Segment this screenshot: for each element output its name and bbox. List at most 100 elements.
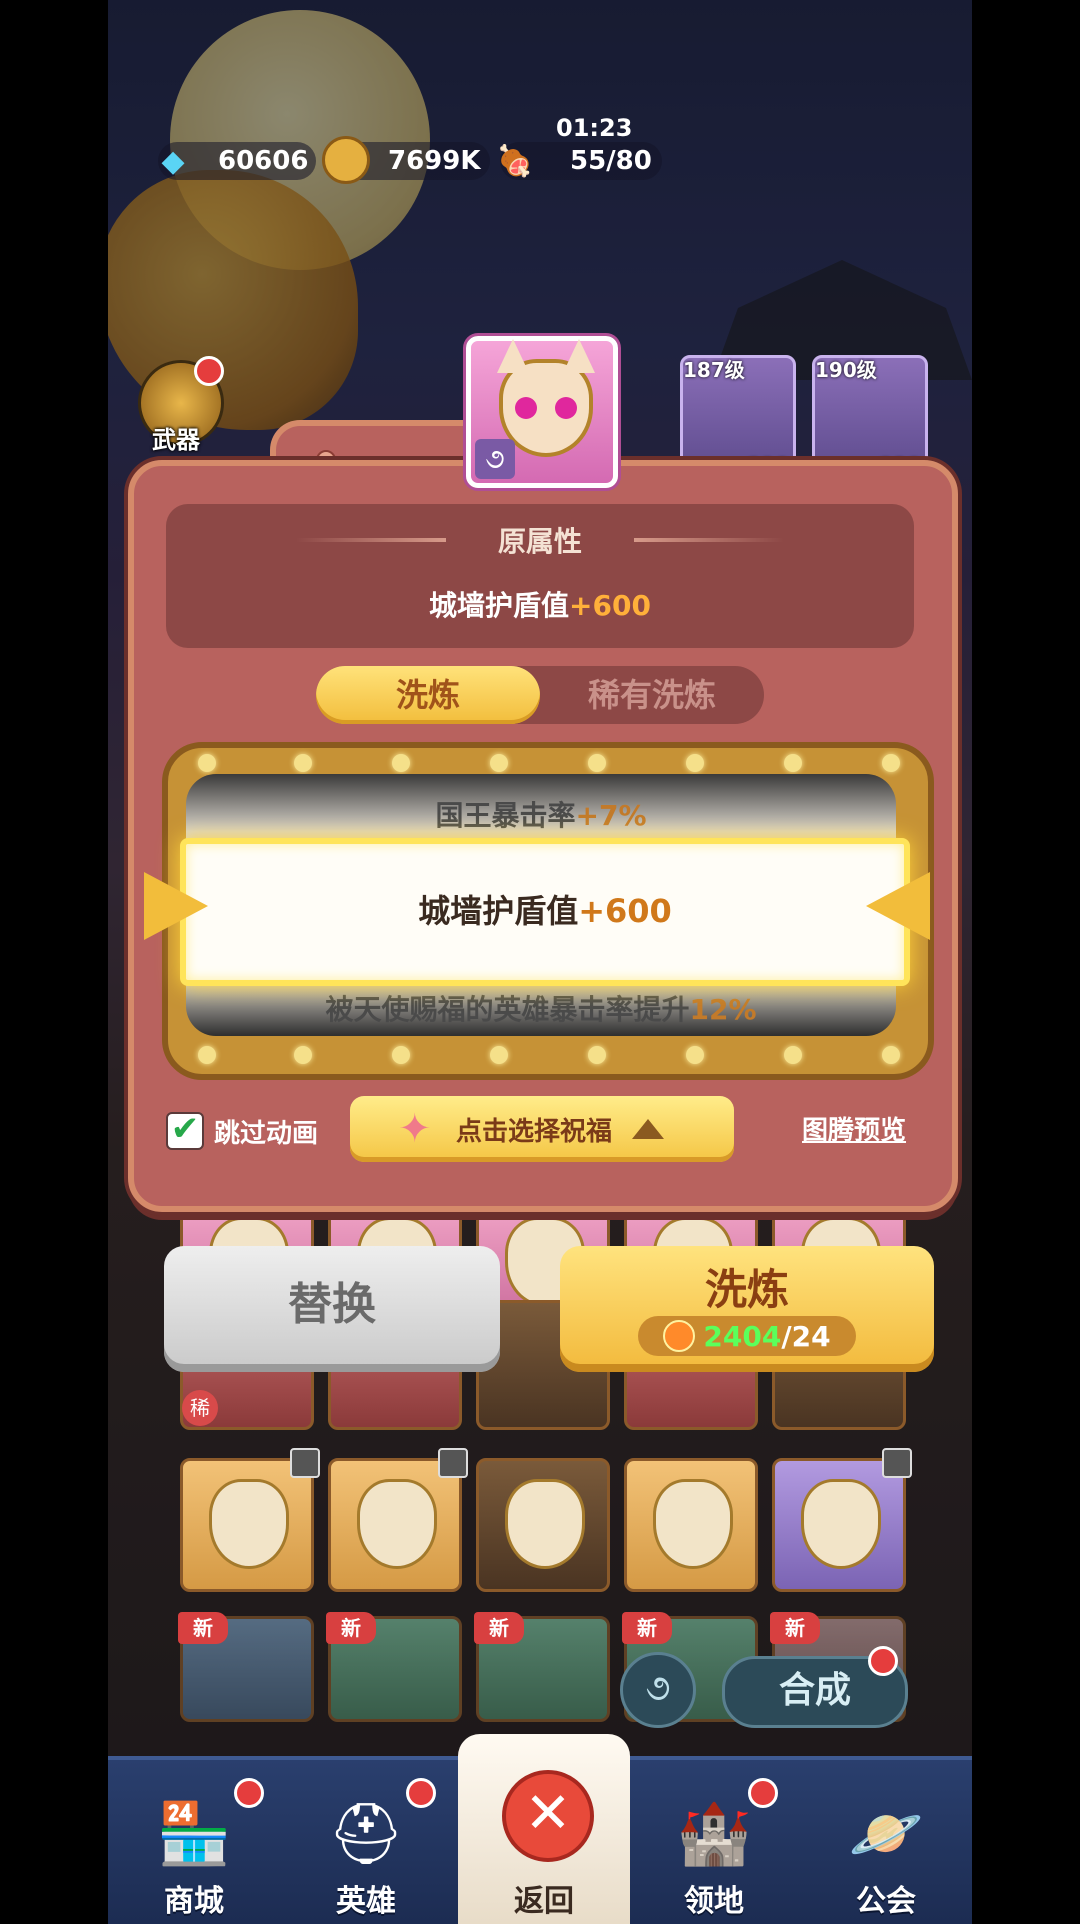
bulb [588,1046,606,1064]
pointer-right-icon [144,872,208,940]
hero-level: 190级 [815,358,877,382]
cat-mask-icon [801,1479,881,1569]
lock-icon [438,1448,468,1478]
bulb [490,1046,508,1064]
nav-shop-label: 商城 [164,1884,224,1919]
totem-slot[interactable] [180,1458,314,1592]
heroes-notify-dot [406,1778,436,1808]
triangle-up-icon [632,1119,665,1139]
new-tag: 新 [326,1612,376,1644]
castle-icon: 🏰 [676,1799,752,1869]
bulb [686,1046,704,1064]
roll-top-attr: 国王暴击率 [435,799,576,832]
totem-slot[interactable] [772,1458,906,1592]
stamina-counter[interactable]: 🍖 55/80 [496,142,662,180]
roll-selected-option: 城墙护盾值+600 [180,838,910,986]
nav-territory-label: 领地 [684,1884,744,1919]
planet-icon: 🪐 [848,1799,924,1869]
bottom-nav: 🏪 商城 ⛑ 英雄 ✕ 返回 🏰 领地 🪐 公会 [108,1734,972,1924]
mask-eye [515,397,537,419]
tab-refine[interactable]: 洗炼 [316,666,540,724]
new-tag: 新 [770,1612,820,1644]
territory-notify-dot [748,1778,778,1808]
new-tag: 新 [622,1612,672,1644]
rare-tag: 稀 [182,1390,218,1426]
checkbox-checked-icon[interactable]: ✔ [166,1112,204,1150]
refine-cost: 2404/24 [638,1316,856,1356]
totem-slot[interactable] [476,1458,610,1592]
stamina-timer: 01:23 [556,114,633,142]
roll-mid-value: +600 [578,892,672,930]
refine-mode-switch[interactable]: 洗炼 稀有洗炼 [316,666,764,724]
gem-amount: 60606 [218,146,309,176]
bulb [882,754,900,772]
cost-need: /24 [781,1319,831,1353]
hero-level: 187级 [683,358,745,382]
gold-coin-icon [322,136,370,184]
blessing-star-icon: ✦ [398,1106,432,1152]
nav-heroes-label: 英雄 [336,1884,396,1919]
bulb [784,1046,802,1064]
select-blessing-button[interactable]: ✦ 点击选择祝福 [350,1096,734,1162]
replace-button[interactable]: 替换 [164,1246,500,1372]
cat-mask-icon [209,1479,289,1569]
close-icon: ✕ [502,1770,594,1862]
roll-mid-attr: 城墙护盾值 [418,892,579,930]
refine-button[interactable]: 洗炼 2404/24 [560,1246,934,1372]
original-attribute-box: 原属性 城墙护盾值+600 [166,504,914,648]
cost-have: 2404 [703,1319,782,1353]
bulb [294,1046,312,1064]
refine-button-label: 洗炼 [704,1265,789,1314]
roll-bot-attr: 被天使赐福的英雄暴击率提升 [325,993,690,1026]
nav-back-label: 返回 [514,1884,574,1919]
mask-eye [555,397,577,419]
roll-option-top: 国王暴击率+7% [186,794,896,834]
original-attr-name: 城墙护盾值 [429,589,570,622]
diamond-icon: ◆ [161,143,185,179]
gold-counter[interactable]: 7699K [322,136,490,184]
totem-slot[interactable] [624,1458,758,1592]
bulb [392,754,410,772]
new-tag: 新 [474,1612,524,1644]
original-title: 原属性 [497,525,582,558]
totem-slot[interactable] [328,1458,462,1592]
cat-mask-icon [505,1479,585,1569]
knight-helmet-icon: ⛑ [327,1799,405,1869]
skip-animation-toggle[interactable]: ✔ 跳过动画 [166,1112,318,1150]
cat-mask-icon [357,1479,437,1569]
cat-mask-icon [653,1479,733,1569]
bulb [882,1046,900,1064]
bulb [588,754,606,772]
shop-notify-dot [234,1778,264,1808]
roll-selected-text: 城墙护盾值+600 [186,886,904,932]
pointer-left-icon [866,872,930,940]
bulb [686,754,704,772]
select-blessing-label: 点击选择祝福 [456,1116,613,1147]
bulb [198,754,216,772]
shop-stall-icon: 🏪 [156,1799,232,1869]
meat-icon: 🍖 [496,143,534,179]
roll-top-value: +7% [575,799,647,832]
totem-preview-link[interactable]: 图腾预览 [802,1110,906,1147]
new-tag: 新 [178,1612,228,1644]
weapon-notify-dot [194,356,224,386]
lock-icon [290,1448,320,1478]
original-attr-value: +600 [569,589,651,622]
roll-option-bottom: 被天使赐福的英雄暴击率提升12% [186,988,896,1028]
nav-guild-label: 公会 [856,1884,916,1919]
refine-stone-icon [663,1320,696,1352]
bulb [490,754,508,772]
skip-animation-label: 跳过动画 [214,1118,319,1149]
original-attribute: 城墙护盾值+600 [166,584,914,624]
bulb [198,1046,216,1064]
gem-counter[interactable]: ◆ 60606 [158,142,316,180]
tab-rare-refine[interactable]: 稀有洗炼 [540,666,764,724]
weapon-label: 武器 [152,426,200,454]
stamina-amount: 55/80 [570,146,652,176]
bulb [784,754,802,772]
nav-back[interactable]: ✕ 返回 [458,1734,630,1924]
nav-guild[interactable]: 🪐 公会 [800,1760,972,1924]
ring-icon: ૭ [475,439,515,479]
ring-filter-button[interactable]: ૭ [620,1652,696,1728]
gold-amount: 7699K [388,146,481,176]
